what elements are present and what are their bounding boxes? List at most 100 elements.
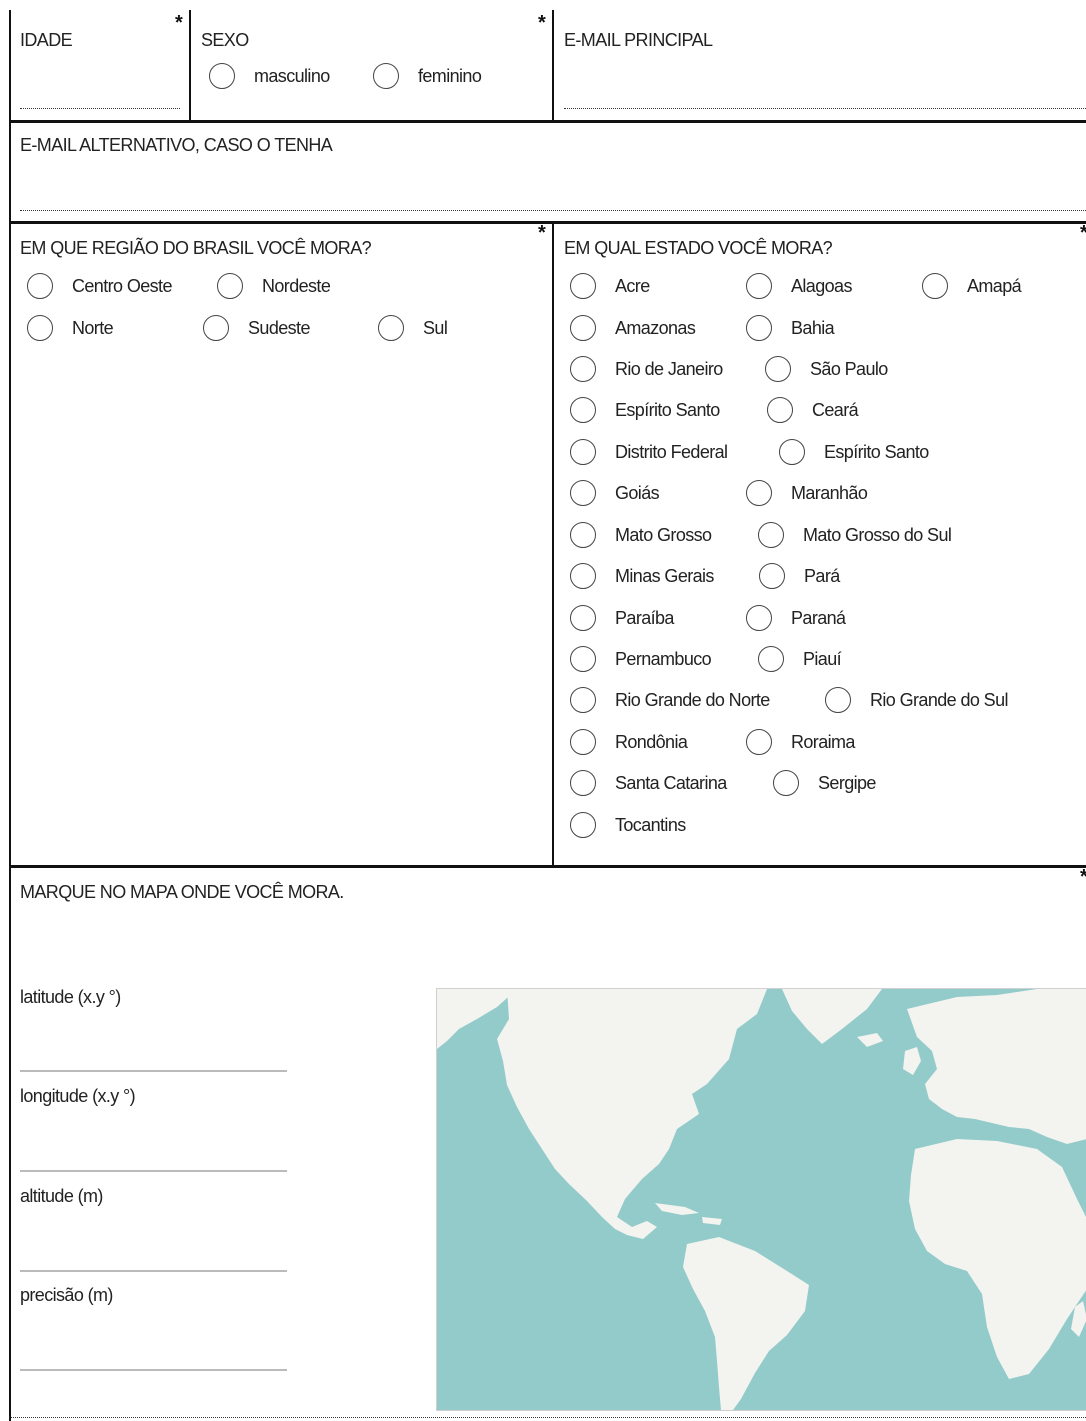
radio-piaui[interactable]: Piauí — [758, 646, 842, 672]
radio-amapa[interactable]: Amapá — [922, 273, 1022, 299]
radio-circle[interactable] — [746, 273, 772, 299]
radio-paraiba[interactable]: Paraíba — [570, 605, 674, 631]
radio-circle[interactable] — [378, 315, 404, 341]
radio-label: Paraná — [791, 608, 846, 628]
email-principal-input[interactable] — [564, 108, 1086, 109]
radio-masculino[interactable]: masculino — [209, 63, 330, 89]
radio-espirito-santo-2[interactable]: Espírito Santo — [779, 439, 929, 465]
radio-sudeste[interactable]: Sudeste — [203, 315, 310, 341]
radio-label: Bahia — [791, 318, 835, 338]
radio-circle[interactable] — [570, 522, 596, 548]
radio-norte[interactable]: Norte — [27, 315, 114, 341]
radio-circle[interactable] — [779, 439, 805, 465]
radio-pernambuco[interactable]: Pernambuco — [570, 646, 712, 672]
radio-circle[interactable] — [825, 687, 851, 713]
world-map-graphic[interactable] — [437, 989, 1086, 1410]
row-border — [9, 221, 1086, 224]
precisao-input[interactable] — [20, 1369, 287, 1371]
radio-circle[interactable] — [570, 480, 596, 506]
radio-label: Maranhão — [791, 483, 868, 503]
radio-nordeste[interactable]: Nordeste — [217, 273, 331, 299]
radio-circle[interactable] — [570, 439, 596, 465]
radio-circle[interactable] — [570, 770, 596, 796]
required-mark: * — [175, 12, 183, 34]
radio-circle[interactable] — [773, 770, 799, 796]
radio-label: Sudeste — [248, 318, 310, 338]
radio-circle[interactable] — [570, 687, 596, 713]
radio-rio-de-janeiro[interactable]: Rio de Janeiro — [570, 356, 723, 382]
radio-sao-paulo[interactable]: São Paulo — [765, 356, 888, 382]
radio-amazonas[interactable]: Amazonas — [570, 315, 696, 341]
radio-circle[interactable] — [570, 315, 596, 341]
world-map[interactable] — [436, 988, 1086, 1411]
radio-minas-gerais[interactable]: Minas Gerais — [570, 563, 714, 589]
radio-roraima[interactable]: Roraima — [746, 729, 855, 755]
radio-parana[interactable]: Paraná — [746, 605, 846, 631]
radio-alagoas[interactable]: Alagoas — [746, 273, 852, 299]
email-alternativo-input[interactable] — [20, 210, 1086, 211]
radio-circle[interactable] — [203, 315, 229, 341]
radio-maranhao[interactable]: Maranhão — [746, 480, 868, 506]
email-principal-label: E-MAIL PRINCIPAL — [564, 30, 713, 50]
radio-label: Sul — [423, 318, 448, 338]
radio-label: Roraima — [791, 732, 855, 752]
radio-label: Minas Gerais — [615, 566, 714, 586]
idade-input[interactable] — [20, 108, 180, 109]
radio-espirito-santo[interactable]: Espírito Santo — [570, 397, 720, 423]
row-border — [9, 120, 1086, 123]
radio-label: Amazonas — [615, 318, 696, 338]
radio-circle[interactable] — [217, 273, 243, 299]
radio-circle[interactable] — [759, 563, 785, 589]
longitude-input[interactable] — [20, 1170, 287, 1172]
radio-circle[interactable] — [570, 729, 596, 755]
radio-circle[interactable] — [922, 273, 948, 299]
radio-ceara[interactable]: Ceará — [767, 397, 859, 423]
radio-circle[interactable] — [746, 315, 772, 341]
radio-distrito-federal[interactable]: Distrito Federal — [570, 439, 728, 465]
radio-circle[interactable] — [27, 273, 53, 299]
radio-mato-grosso-do-sul[interactable]: Mato Grosso do Sul — [758, 522, 952, 548]
latitude-input[interactable] — [20, 1070, 287, 1072]
radio-circle[interactable] — [746, 605, 772, 631]
radio-tocantins[interactable]: Tocantins — [570, 812, 686, 838]
radio-rio-grande-do-sul[interactable]: Rio Grande do Sul — [825, 687, 1008, 713]
radio-label: Amapá — [967, 276, 1022, 296]
radio-para[interactable]: Pará — [759, 563, 840, 589]
radio-acre[interactable]: Acre — [570, 273, 650, 299]
radio-circle[interactable] — [746, 729, 772, 755]
radio-bahia[interactable]: Bahia — [746, 315, 835, 341]
radio-label: Rio Grande do Norte — [615, 690, 770, 710]
radio-centro-oeste[interactable]: Centro Oeste — [27, 273, 172, 299]
radio-label: masculino — [254, 66, 330, 86]
radio-mato-grosso[interactable]: Mato Grosso — [570, 522, 712, 548]
radio-label: Paraíba — [615, 608, 674, 628]
radio-rio-grande-do-norte[interactable]: Rio Grande do Norte — [570, 687, 770, 713]
required-mark: * — [538, 222, 546, 244]
radio-circle[interactable] — [570, 397, 596, 423]
radio-circle[interactable] — [765, 356, 791, 382]
radio-sergipe[interactable]: Sergipe — [773, 770, 876, 796]
radio-label: Piauí — [803, 649, 842, 669]
radio-circle[interactable] — [570, 563, 596, 589]
radio-label: Espírito Santo — [615, 400, 720, 420]
radio-circle[interactable] — [758, 522, 784, 548]
radio-circle[interactable] — [570, 356, 596, 382]
radio-circle[interactable] — [209, 63, 235, 89]
radio-goias[interactable]: Goiás — [570, 480, 660, 506]
radio-circle[interactable] — [570, 646, 596, 672]
radio-circle[interactable] — [746, 480, 772, 506]
radio-circle[interactable] — [570, 605, 596, 631]
radio-circle[interactable] — [758, 646, 784, 672]
radio-circle[interactable] — [570, 812, 596, 838]
radio-rondonia[interactable]: Rondônia — [570, 729, 688, 755]
radio-circle[interactable] — [767, 397, 793, 423]
radio-sul[interactable]: Sul — [378, 315, 448, 341]
radio-circle[interactable] — [373, 63, 399, 89]
radio-label: Ceará — [812, 400, 859, 420]
radio-circle[interactable] — [570, 273, 596, 299]
divider — [552, 10, 554, 120]
radio-feminino[interactable]: feminino — [373, 63, 482, 89]
radio-santa-catarina[interactable]: Santa Catarina — [570, 770, 727, 796]
radio-circle[interactable] — [27, 315, 53, 341]
altitude-input[interactable] — [20, 1270, 287, 1272]
